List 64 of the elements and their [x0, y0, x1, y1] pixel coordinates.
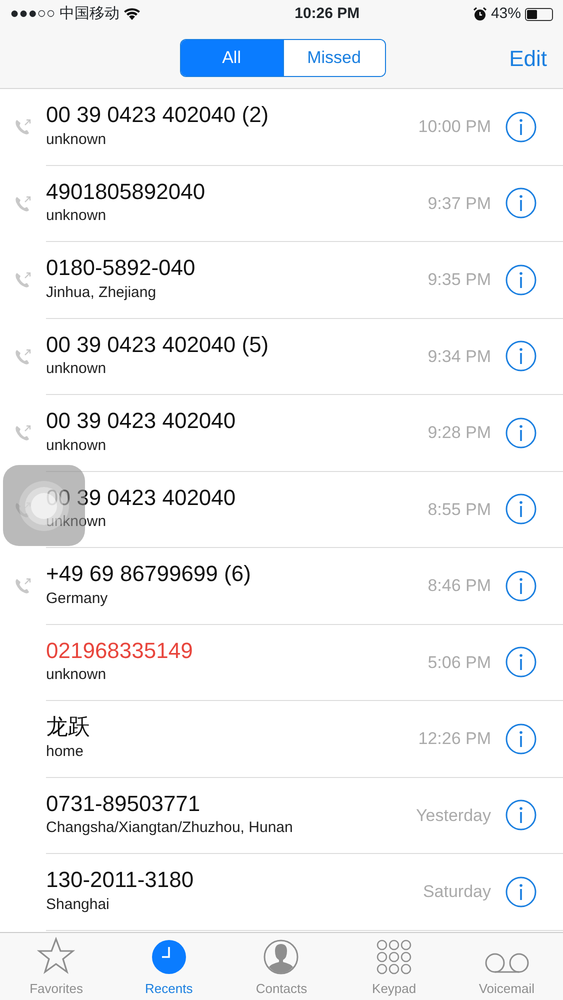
call-time: 5:06 PM	[428, 652, 491, 674]
tab-bar-item[interactable]: Contacts	[225, 933, 338, 1000]
caller-number: 00 39 0423 402040 (2)	[46, 102, 270, 129]
call-time: 9:34 PM	[428, 346, 491, 368]
info-icon[interactable]	[505, 570, 537, 602]
battery-percentage: 43%	[490, 4, 521, 24]
call-time: 9:28 PM	[428, 422, 491, 444]
person-icon	[263, 938, 300, 974]
call-location: Germany	[46, 588, 109, 609]
call-time: Yesterday	[416, 804, 491, 826]
keypad-icon	[376, 938, 412, 974]
caller-number: +49 69 86799699 (6)	[46, 561, 252, 588]
edit-button[interactable]: Edit	[509, 42, 547, 74]
tab-bar-item[interactable]: Keypad	[338, 933, 450, 1000]
caller-number: 0731-89503771	[46, 790, 202, 818]
caller-number: 4901805892040	[46, 178, 206, 206]
call-time: 8:46 PM	[428, 575, 491, 597]
clock-icon	[150, 938, 187, 974]
voicemail-icon	[484, 950, 530, 974]
caller-number: 00 39 0423 402040	[46, 408, 237, 435]
tab-bar-item[interactable]: Voicemail	[450, 933, 563, 1000]
segment-tab[interactable]: Missed	[282, 40, 385, 76]
call-location: home	[46, 742, 85, 762]
call-time: Saturday	[422, 881, 491, 903]
caller-number: 00 39 0423 402040	[46, 484, 237, 512]
call-time: 8:55 PM	[428, 498, 491, 520]
call-time: 10:00 PM	[418, 116, 491, 138]
call-location: unknown	[46, 206, 108, 226]
info-icon[interactable]	[505, 110, 537, 143]
caller-number: 0180-5892-040	[46, 255, 196, 282]
info-icon[interactable]	[505, 340, 537, 372]
caller-number: 00 39 0423 402040 (5)	[46, 332, 270, 358]
caller-number: 130-2011-3180	[46, 867, 195, 894]
call-location: Shanghai	[46, 894, 110, 915]
info-icon[interactable]	[505, 493, 537, 526]
call-location: Changsha/Xiangtan/Zhuzhou, Hunan	[46, 818, 294, 838]
carrier-name: 中国移动	[59, 4, 120, 24]
info-icon[interactable]	[505, 646, 537, 678]
call-location: Jinhua, Zhejiang	[46, 282, 158, 303]
info-icon[interactable]	[505, 264, 537, 296]
caller-number: 龙跃	[46, 714, 91, 741]
call-location: unknown	[46, 359, 108, 380]
call-time: 9:35 PM	[428, 269, 491, 291]
call-time: 12:26 PM	[418, 728, 491, 750]
tab-bar-item[interactable]: Favorites	[0, 933, 113, 1000]
call-location: unknown	[46, 512, 108, 532]
info-icon[interactable]	[505, 416, 537, 449]
battery-icon	[524, 8, 553, 20]
star-icon	[37, 936, 76, 974]
caller-number: 021968335149	[46, 638, 194, 664]
info-icon[interactable]	[505, 876, 537, 908]
info-icon[interactable]	[505, 799, 537, 832]
segment-tab[interactable]: All	[180, 40, 283, 76]
info-icon[interactable]	[505, 187, 537, 220]
info-icon[interactable]	[505, 722, 537, 755]
call-location: unknown	[46, 130, 108, 150]
call-location: unknown	[46, 665, 108, 686]
wifi-icon	[123, 7, 142, 21]
call-location: unknown	[46, 436, 108, 456]
status-time: 10:26 PM	[294, 4, 360, 24]
signal-strength: ●●●○○	[10, 4, 56, 24]
alarm-icon	[472, 7, 487, 21]
call-time: 9:37 PM	[428, 192, 491, 214]
tab-bar-item[interactable]: Recents	[112, 933, 226, 1000]
